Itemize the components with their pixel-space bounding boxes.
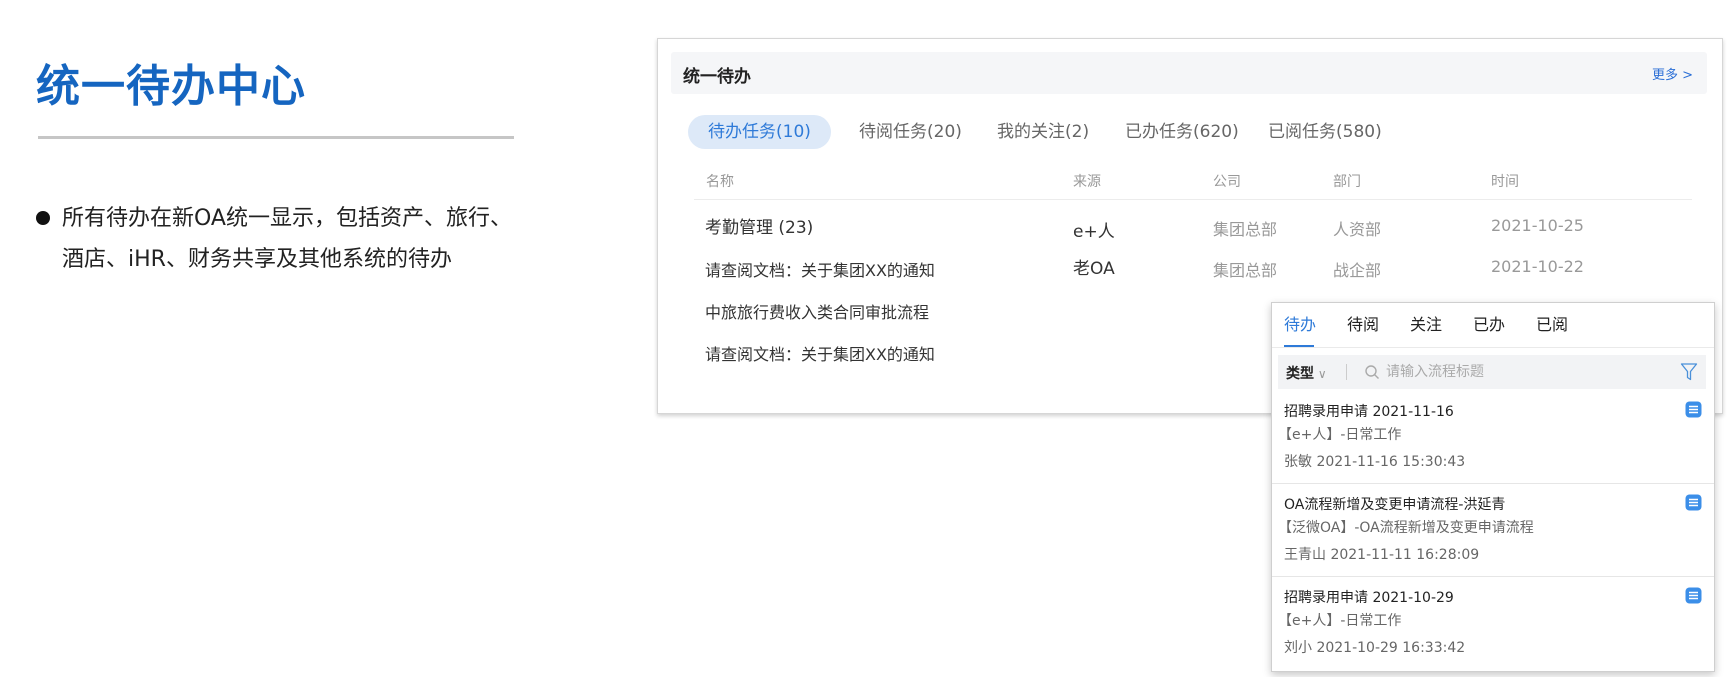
title-divider	[38, 136, 514, 139]
panel-header: 统一待办 更多 >	[671, 52, 1707, 94]
tab-my-follows[interactable]: 我的关注(2)	[997, 115, 1089, 149]
search-icon	[1365, 365, 1379, 379]
row-2-dept: 战企部	[1333, 261, 1382, 280]
row-1-dept: 人资部	[1333, 220, 1382, 239]
popup-tab-done[interactable]: 已办	[1473, 311, 1505, 335]
column-header-dept: 部门	[1333, 174, 1361, 190]
row-1-time: 2021-10-25	[1491, 216, 1584, 235]
column-header-name: 名称	[706, 174, 734, 190]
todo-item-meta: 王青山 2021-11-11 16:28:09	[1284, 547, 1480, 563]
list-icon	[1685, 494, 1702, 511]
more-link[interactable]: 更多 >	[1652, 64, 1693, 83]
search-input[interactable]	[1386, 360, 1646, 384]
column-header-source: 来源	[1073, 174, 1101, 190]
search-bar: 类型 ∨	[1278, 355, 1706, 389]
list-icon	[1685, 587, 1702, 604]
search-separator	[1346, 364, 1347, 380]
row-1-source: e+人	[1073, 222, 1115, 242]
bullet-dot	[36, 211, 50, 225]
todo-item[interactable]: OA流程新增及变更申请流程-洪延青 【泛微OA】-OA流程新增及变更申请流程 王…	[1272, 484, 1714, 577]
tab-read-tasks[interactable]: 已阅任务(580)	[1268, 115, 1382, 149]
popup-tab-pending[interactable]: 待办	[1284, 311, 1316, 335]
popup-tab-read[interactable]: 已阅	[1536, 311, 1568, 335]
list-icon	[1685, 401, 1702, 418]
tab-pending-tasks[interactable]: 待办任务(10)	[688, 115, 831, 149]
row-2-name[interactable]: 请查阅文档：关于集团XX的通知	[705, 257, 935, 281]
bullet-point: 所有待办在新OA统一显示，包括资产、旅行、酒店、iHR、财务共享及其他系统的待办	[36, 198, 516, 280]
row-2-company: 集团总部	[1213, 261, 1278, 280]
tab-to-read-tasks[interactable]: 待阅任务(20)	[859, 115, 962, 149]
bullet-text: 所有待办在新OA统一显示，包括资产、旅行、酒店、iHR、财务共享及其他系统的待办	[62, 206, 512, 272]
todo-item-title: 招聘录用申请 2021-10-29	[1284, 590, 1454, 606]
header-divider	[694, 199, 1692, 200]
row-1-name[interactable]: 考勤管理 (23)	[705, 213, 813, 238]
todo-item-title: 招聘录用申请 2021-11-16	[1284, 404, 1454, 420]
row-2-source: 老OA	[1073, 259, 1115, 279]
todo-item[interactable]: 招聘录用申请 2021-11-16 【e+人】-日常工作 张敏 2021-11-…	[1272, 391, 1714, 484]
tab-done-tasks[interactable]: 已办任务(620)	[1125, 115, 1239, 149]
type-filter-dropdown[interactable]: 类型 ∨	[1286, 363, 1327, 383]
todo-item[interactable]: 招聘录用申请 2021-10-29 【e+人】-日常工作 刘小 2021-10-…	[1272, 577, 1714, 669]
slide-title: 统一待办中心	[36, 61, 306, 112]
type-filter-label: 类型	[1286, 366, 1314, 382]
todo-item-source: 【e+人】-日常工作	[1278, 427, 1402, 443]
column-header-company: 公司	[1213, 174, 1241, 190]
panel-title: 统一待办	[683, 67, 751, 87]
todo-item-source: 【泛微OA】-OA流程新增及变更申请流程	[1278, 520, 1534, 536]
row-2-time: 2021-10-22	[1491, 257, 1584, 276]
todo-item-meta: 刘小 2021-10-29 16:33:42	[1284, 640, 1466, 656]
popup-tab-divider	[1272, 347, 1714, 348]
todo-item-source: 【e+人】-日常工作	[1278, 613, 1402, 629]
popup-tab-to-read[interactable]: 待阅	[1347, 311, 1379, 335]
column-header-time: 时间	[1491, 174, 1519, 190]
row-4-name[interactable]: 请查阅文档：关于集团XX的通知	[705, 341, 935, 365]
row-1-company: 集团总部	[1213, 220, 1278, 239]
todo-item-title: OA流程新增及变更申请流程-洪延青	[1284, 497, 1506, 513]
todo-item-meta: 张敏 2021-11-16 15:30:43	[1284, 454, 1466, 470]
filter-icon[interactable]	[1680, 362, 1698, 382]
todo-popup: 待办 待阅 关注 已办 已阅 类型 ∨ 招聘录用申请 2021-11-16 【e…	[1271, 302, 1715, 672]
chevron-down-icon: ∨	[1314, 367, 1327, 381]
popup-tab-follow[interactable]: 关注	[1410, 311, 1442, 335]
row-3-name[interactable]: 中旅旅行费收入类合同审批流程	[705, 299, 929, 323]
